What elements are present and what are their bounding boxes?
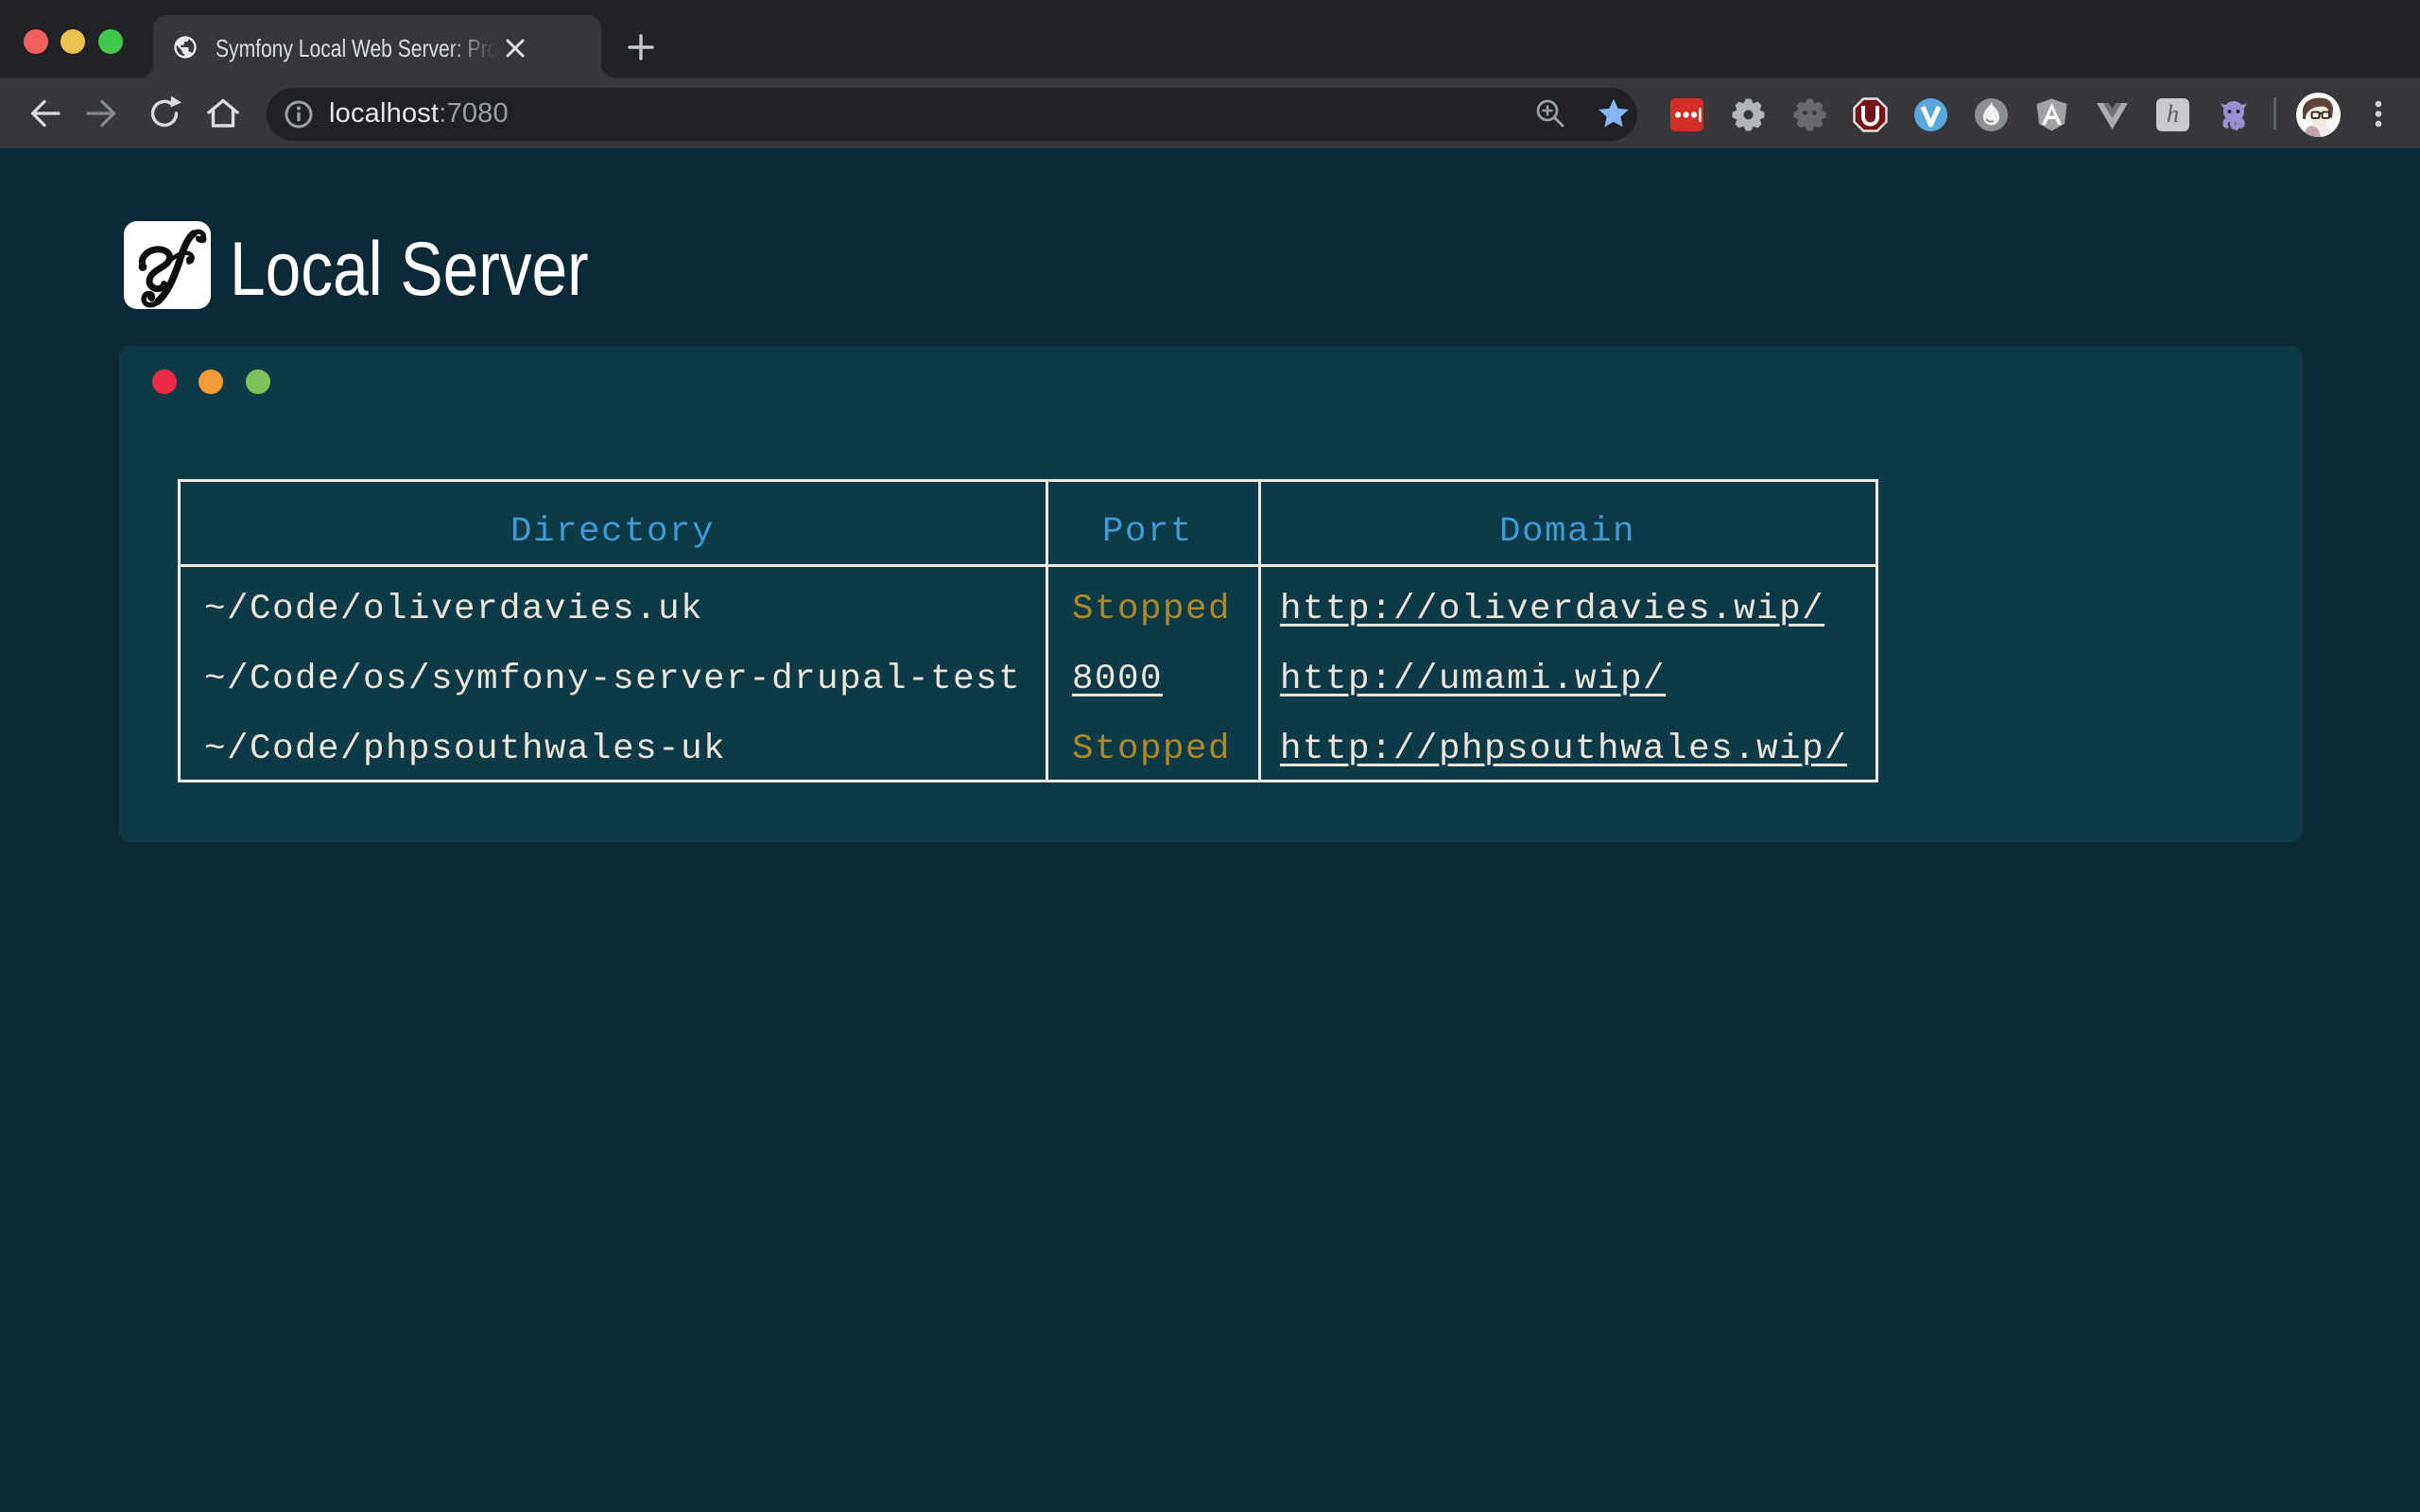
svg-text:h: h: [2167, 100, 2179, 128]
